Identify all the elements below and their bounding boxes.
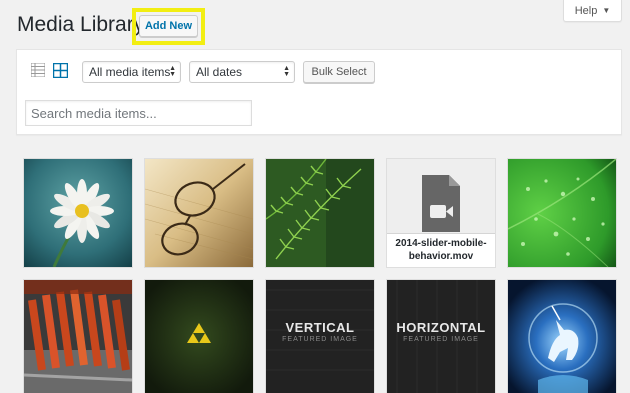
select-arrows-icon: ▲ ▼	[169, 65, 176, 78]
triforce-image	[145, 280, 253, 393]
media-item-video-file[interactable]: 2014-slider-mobile-behavior.mov	[387, 159, 495, 267]
date-value: All dates	[196, 65, 243, 79]
add-new-button[interactable]: Add New	[139, 15, 198, 37]
media-item-glasses[interactable]	[145, 159, 253, 267]
search-input[interactable]	[25, 100, 252, 126]
media-item-leaf[interactable]	[508, 159, 616, 267]
media-filename: 2014-slider-mobile-behavior.mov	[387, 234, 495, 267]
media-item-vertical-featured[interactable]: VERTICAL FEATURED IMAGE	[266, 280, 374, 393]
media-item-triforce[interactable]	[145, 280, 253, 393]
leaf-image	[508, 159, 616, 267]
media-item-fern[interactable]	[266, 159, 374, 267]
media-item-unicorn[interactable]	[508, 280, 616, 393]
media-item-ribs[interactable]	[24, 280, 132, 393]
featured-subtitle: FEATURED IMAGE	[282, 336, 358, 343]
bulk-select-button[interactable]: Bulk Select	[303, 61, 375, 83]
date-select[interactable]: All dates ▲ ▼	[189, 61, 295, 83]
media-type-select[interactable]: All media items ▲ ▼	[82, 61, 181, 83]
help-label: Help	[574, 4, 598, 17]
featured-title: HORIZONTAL	[396, 320, 486, 335]
media-type-value: All media items	[89, 65, 171, 79]
glasses-image	[145, 159, 253, 267]
media-item-horizontal-featured[interactable]: HORIZONTAL FEATURED IMAGE	[387, 280, 495, 393]
list-view-icon[interactable]	[31, 63, 45, 77]
page-title: Media Library	[17, 13, 145, 36]
featured-title: VERTICAL	[285, 320, 355, 335]
video-file-icon	[422, 175, 460, 232]
ribs-image	[24, 280, 132, 393]
select-arrows-icon: ▲ ▼	[283, 65, 290, 78]
grid-view-icon[interactable]	[53, 63, 68, 78]
help-tab[interactable]: Help ▼	[563, 0, 622, 22]
featured-subtitle: FEATURED IMAGE	[403, 336, 479, 343]
caret-down-icon: ▼	[602, 6, 611, 15]
unicorn-image	[508, 280, 616, 393]
fern-image	[266, 159, 374, 267]
media-item-daisy[interactable]	[24, 159, 132, 267]
daisy-image	[24, 159, 132, 267]
